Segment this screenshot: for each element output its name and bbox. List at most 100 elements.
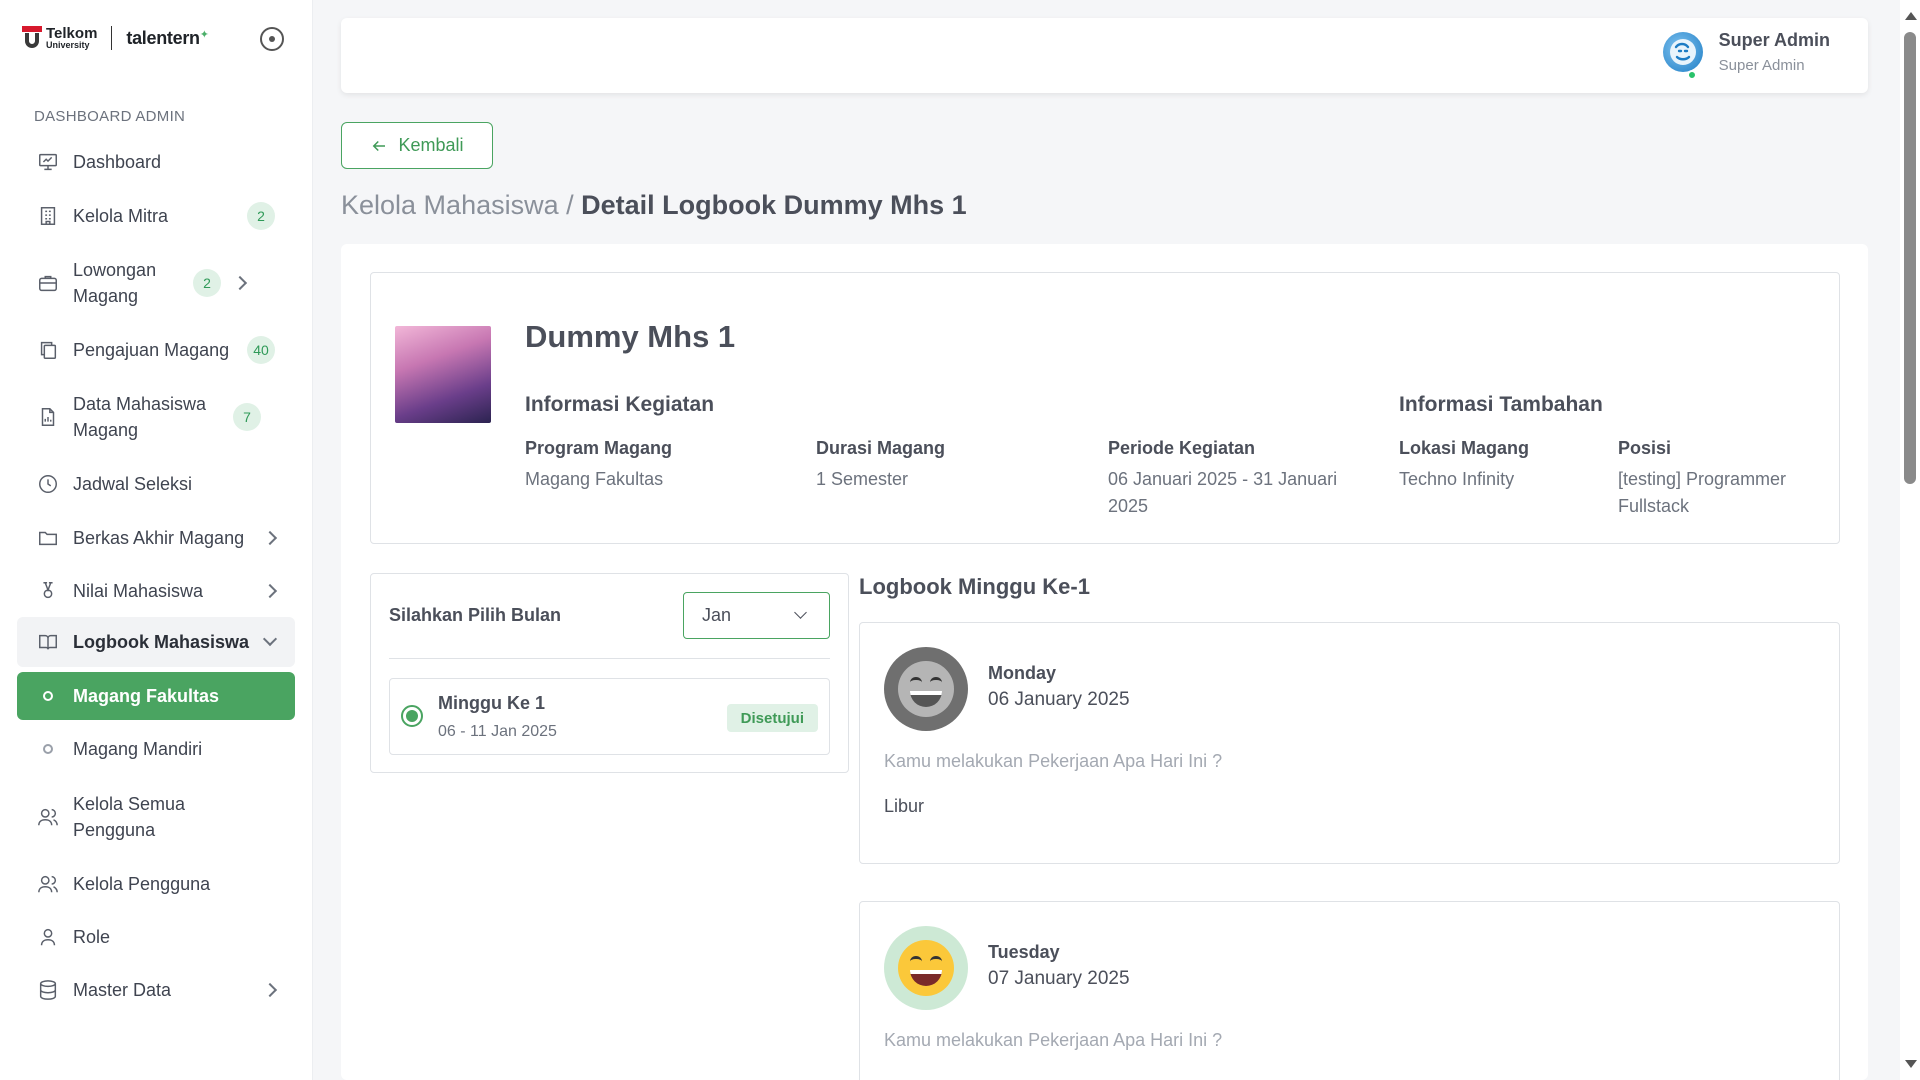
breadcrumb-parent[interactable]: Kelola Mahasiswa / [341,190,574,220]
chevron-down-icon [262,631,278,647]
arrow-left-icon [373,140,386,151]
lokasi-label: Lokasi Magang [1399,438,1530,458]
page-scrollbar[interactable] [1900,0,1920,1080]
user-avatar-icon [1662,32,1703,72]
back-button[interactable]: Kembali [341,122,493,169]
program-label: Program Magang [525,438,673,458]
sidebar-section-label: DASHBOARD ADMIN [34,108,186,125]
top-bar: Super Admin Super Admin [341,18,1868,93]
chevron-right-icon [262,583,278,598]
student-profile-card: Dummy Mhs 1 Informasi Kegiatan Informasi… [370,272,1840,544]
sidebar-item-data-mahasiswa[interactable]: Data Mahasiswa Magang 7 [17,377,295,457]
day-name: Monday [988,663,1057,683]
scroll-up-arrow-icon[interactable] [1905,12,1917,20]
sidebar-item-kelola-mitra[interactable]: Kelola Mitra 2 [17,189,295,243]
sidebar-item-nilai-mahasiswa[interactable]: Nilai Mahasiswa [17,564,295,617]
posisi-value: [testing] Programmer Fullstack [1618,469,1787,516]
posisi-label: Posisi [1618,438,1672,458]
student-name: Dummy Mhs 1 [525,319,736,354]
sidebar-item-logbook-mahasiswa[interactable]: Logbook Mahasiswa [17,617,295,667]
durasi-label: Durasi Magang [816,438,946,458]
periode-label: Periode Kegiatan [1108,438,1256,458]
telkom-mark-icon [22,26,42,50]
building-icon [37,205,59,227]
clock-icon [37,473,59,495]
copy-icon [37,339,59,361]
chevron-down-icon [794,606,807,619]
sidebar-nav: Dashboard Kelola Mitra 2 Lowongan Magang… [17,135,295,1016]
sidebar-item-magang-fakultas[interactable]: Magang Fakultas [17,672,295,720]
chevron-right-icon [262,530,278,545]
brand-divider [111,26,113,50]
count-badge: 2 [193,269,221,297]
sidebar-item-master-data[interactable]: Master Data [17,963,295,1016]
sidebar-toggle-button[interactable] [260,27,284,51]
logbook-week-title: Logbook Minggu Ke-1 [859,574,1090,599]
telkom-logo: Telkom University [22,26,97,50]
month-select[interactable]: Jan [683,592,830,639]
sidebar: Telkom University talentern✦ DASHBOARD A… [0,0,313,1080]
online-status-dot [1686,70,1697,80]
main-content: Dummy Mhs 1 Informasi Kegiatan Informasi… [341,244,1868,1080]
sidebar-item-role[interactable]: Role [17,910,295,963]
day-date: 06 January 2025 [988,689,1130,710]
brand-logo: Telkom University talentern✦ [22,26,209,50]
sidebar-item-dashboard[interactable]: Dashboard [17,135,295,189]
bullet-icon [43,743,53,754]
day-name: Tuesday [988,942,1060,962]
sidebar-item-lowongan-magang[interactable]: Lowongan Magang 2 [17,243,295,323]
sidebar-item-magang-mandiri[interactable]: Magang Mandiri [17,720,295,777]
logbook-day-card: Monday 06 January 2025 Kamu melakukan Pe… [859,622,1840,864]
page-title: Detail Logbook Dummy Mhs 1 [581,190,967,220]
student-photo [395,326,491,423]
user-role: Super Admin [1718,57,1805,74]
sidebar-item-pengajuan-magang[interactable]: Pengajuan Magang 40 [17,323,295,377]
avatar [1662,32,1703,80]
chevron-right-icon [262,982,278,997]
divider [389,658,830,659]
logbook-question: Kamu melakukan Pekerjaan Apa Hari Ini ? [884,1030,1223,1050]
sidebar-item-kelola-semua-pengguna[interactable]: Kelola Semua Pengguna [17,777,295,857]
scroll-thumb[interactable] [1904,32,1916,484]
info-tambahan-title: Informasi Tambahan [1399,393,1603,416]
lokasi-value: Techno Infinity [1399,469,1515,489]
count-badge: 7 [233,403,261,431]
database-icon [37,979,59,1001]
program-value: Magang Fakultas [525,469,664,489]
durasi-value: 1 Semester [816,469,909,489]
grayscale-grin-emoji-icon [884,647,968,731]
talentern-logo: talentern✦ [126,27,209,48]
user-menu[interactable]: Super Admin Super Admin [1662,30,1830,80]
user-name: Super Admin [1718,30,1830,50]
logbook-answer: Libur [884,796,925,816]
month-picker-card: Silahkan Pilih Bulan Jan Minggu Ke 1 06 … [370,573,849,773]
telkom-text: Telkom University [46,24,98,50]
logbook-question: Kamu melakukan Pekerjaan Apa Hari Ini ? [884,751,1223,771]
folder-icon [37,527,59,549]
user-icon [37,926,59,948]
user-info: Super Admin Super Admin [1719,30,1830,74]
breadcrumb: Kelola Mahasiswa / Detail Logbook Dummy … [341,190,967,221]
award-icon [37,580,59,602]
sidebar-item-jadwal-seleksi[interactable]: Jadwal Seleksi [17,457,295,511]
logbook-day-card: Tuesday 07 January 2025 Kamu melakukan P… [859,901,1840,1080]
periode-value: 06 Januari 2025 - 31 Januari 2025 [1108,469,1338,516]
week-title: Minggu Ke 1 [438,693,545,713]
grin-emoji-icon [884,926,968,1010]
dot-icon [269,36,275,42]
info-kegiatan-title: Informasi Kegiatan [525,393,715,416]
sidebar-item-berkas-akhir[interactable]: Berkas Akhir Magang [17,511,295,564]
week-list-item[interactable]: Minggu Ke 1 06 - 11 Jan 2025 Disetujui [389,678,830,755]
count-badge: 2 [247,202,275,230]
users-icon [37,806,59,828]
radio-selected-icon[interactable] [401,705,423,727]
sidebar-item-kelola-pengguna[interactable]: Kelola Pengguna [17,857,295,910]
month-picker-label: Silahkan Pilih Bulan [389,605,562,625]
scroll-down-arrow-icon[interactable] [1905,1060,1917,1068]
bullet-icon [43,691,53,701]
chevron-right-icon [232,275,248,291]
briefcase-icon [37,272,59,294]
users-icon [37,873,59,895]
file-chart-icon [37,406,59,428]
day-date: 07 January 2025 [988,968,1130,989]
